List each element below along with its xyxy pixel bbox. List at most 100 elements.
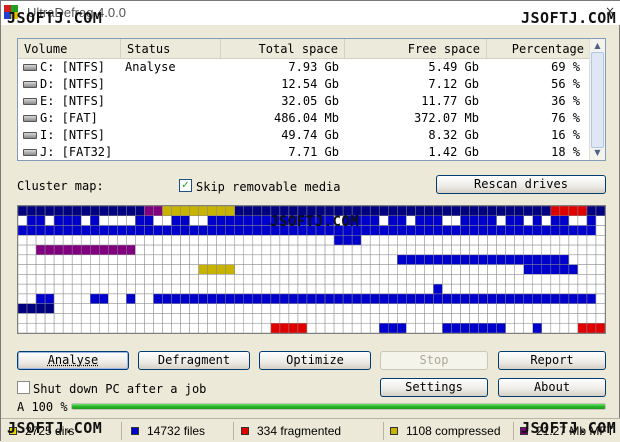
cluster-cell [126,206,136,217]
stop-button[interactable]: Stop [380,351,488,370]
cluster-cell [99,206,109,217]
cluster-cell [35,274,46,285]
skip-removable-label[interactable]: Skip removable media [196,180,341,194]
hard-drive-icon [23,115,37,122]
shutdown-label[interactable]: Shut down PC after a job [33,382,206,396]
cluster-cell [270,293,281,304]
about-button[interactable]: About [498,378,606,397]
volume-percentage: 36 % [551,94,580,108]
volume-list-scrollbar[interactable]: ▲ ▼ [589,39,605,160]
cluster-cell [117,235,127,246]
column-status[interactable]: Status [121,39,221,59]
cluster-cell [44,254,55,265]
defragment-button[interactable]: Defragment [138,351,250,370]
cluster-cell [424,235,434,246]
cluster-cell [469,322,479,333]
cluster-cell [153,215,163,226]
cluster-cell [252,254,263,265]
cluster-cell [126,235,136,246]
cluster-cell [135,235,145,246]
cluster-cell [153,293,163,304]
cluster-cell [360,254,371,265]
cluster-cell [514,264,524,275]
cluster-cell [216,215,226,226]
watermark-bottom-left: JSOFTJ.COM [7,419,103,437]
rescan-drives-button[interactable]: Rescan drives [436,175,606,194]
volume-row[interactable]: D: [NTFS] 12.54 Gb 7.12 Gb 56 % [18,76,590,93]
cluster-cell [99,303,109,314]
cluster-cell [153,283,163,295]
cluster-cell [216,303,226,314]
volume-row[interactable]: E: [NTFS] 32.05 Gb 11.77 Gb 36 % [18,93,590,110]
cluster-cell [333,274,344,285]
cluster-cell [171,215,181,226]
scrollbar-thumb[interactable] [591,52,604,148]
cluster-cell [171,274,181,285]
cluster-cell [568,303,579,314]
settings-button[interactable]: Settings [380,378,488,397]
cluster-cell [62,264,73,275]
scroll-up-icon[interactable]: ▲ [592,41,603,51]
cluster-cell [71,274,82,285]
cluster-cell [541,235,552,246]
cluster-cell [126,303,136,314]
cluster-cell [288,303,299,314]
volume-row[interactable]: I: [NTFS] 49.74 Gb 8.32 Gb 16 % [18,127,590,144]
cluster-cell [135,215,145,226]
hard-drive-icon [23,149,37,156]
close-icon[interactable]: × [601,2,619,20]
scroll-down-icon[interactable]: ▼ [592,148,603,158]
volume-row[interactable]: C: [NTFS] Analyse 7.93 Gb 5.49 Gb 69 % [18,59,590,76]
cluster-cell [117,264,127,275]
column-free-space[interactable]: Free space [345,39,487,59]
cluster-cell [189,235,199,246]
cluster-cell [424,244,434,256]
cluster-cell [351,283,362,295]
cluster-cell [135,283,145,295]
cluster-cell [595,264,605,275]
cluster-cell [369,274,380,285]
optimize-button[interactable]: Optimize [259,351,371,370]
cluster-cell [297,244,308,256]
cluster-cell [44,274,55,285]
cluster-cell [397,274,407,285]
cluster-cell [586,225,597,236]
shutdown-checkbox[interactable] [17,381,30,394]
cluster-cell [117,244,127,256]
report-button[interactable]: Report [498,351,606,370]
volume-row[interactable]: J: [FAT32] 7.71 Gb 1.42 Gb 18 % [18,144,590,160]
cluster-cell [505,206,515,217]
volume-list[interactable]: Volume Status Total space Free space Per… [17,38,606,161]
cluster-cell [18,244,28,256]
cluster-cell [360,235,371,246]
skip-removable-checkbox[interactable]: ✓ [179,179,192,192]
cluster-cell [53,322,64,333]
cluster-cell [433,206,443,217]
cluster-cell [53,235,64,246]
cluster-cell [108,244,118,256]
cluster-cell [35,303,46,314]
cluster-cell [80,303,91,314]
cluster-cell [189,206,199,217]
cluster-cell [207,322,217,333]
volume-total: 7.93 Gb [288,60,339,74]
analyse-button[interactable]: Analyse [17,351,129,370]
cluster-cell [505,274,515,285]
column-total-space[interactable]: Total space [221,39,345,59]
cluster-cell [415,244,425,256]
cluster-cell [53,293,64,304]
cluster-cell [451,215,461,226]
cluster-cell [207,225,217,236]
column-percentage[interactable]: Percentage [487,39,590,59]
cluster-cell [532,215,543,226]
cluster-cell [523,264,534,275]
volume-row[interactable]: G: [FAT] 486.04 Mb 372.07 Mb 76 % [18,110,590,127]
cluster-cell [324,283,335,295]
cluster-cell [424,293,434,304]
column-volume[interactable]: Volume [18,39,121,59]
cluster-cell [460,215,470,226]
cluster-cell [442,225,452,236]
cluster-cell [270,235,281,246]
cluster-cell [460,225,470,236]
cluster-cell [198,293,208,304]
